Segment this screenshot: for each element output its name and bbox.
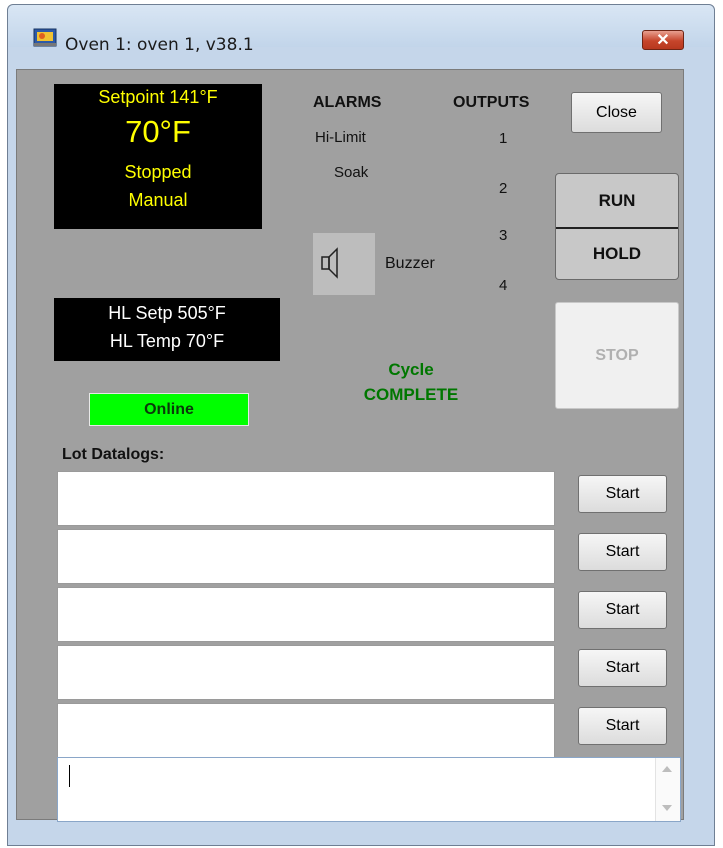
- state-text: Stopped: [124, 162, 192, 182]
- start-button-2[interactable]: Start: [578, 533, 667, 571]
- output-2: 2: [499, 180, 508, 197]
- output-1: 1: [499, 130, 508, 147]
- lot-datalog-field-2[interactable]: [57, 529, 555, 584]
- alarm-soak: Soak: [334, 164, 369, 181]
- stop-button[interactable]: STOP: [555, 302, 679, 409]
- scrollbar[interactable]: [655, 758, 680, 821]
- scroll-up-icon[interactable]: [662, 766, 672, 772]
- title-bar: Oven 1: oven 1, v38.1 ✕: [8, 5, 714, 55]
- start-button-1[interactable]: Start: [578, 475, 667, 513]
- buzzer-toggle[interactable]: [313, 233, 375, 295]
- lot-datalogs-label: Lot Datalogs:: [62, 446, 165, 463]
- message-textarea[interactable]: [57, 757, 681, 822]
- lot-datalog-field-3[interactable]: [57, 587, 555, 642]
- status-display: Setpoint 141°F 70°F Stopped Manual: [54, 84, 262, 229]
- output-4: 4: [499, 277, 508, 294]
- start-button-4[interactable]: Start: [578, 649, 667, 687]
- oven-window: Oven 1: oven 1, v38.1 ✕ Setpoint 141°F 7…: [7, 4, 715, 846]
- text-cursor: [69, 765, 70, 787]
- lot-datalog-field-5[interactable]: [57, 703, 555, 758]
- oven-panel: Setpoint 141°F 70°F Stopped Manual HL Se…: [16, 69, 684, 822]
- online-status-badge: Online: [89, 393, 249, 426]
- cycle-status: Cycle COMPLETE: [335, 360, 487, 405]
- oven-app-icon: [33, 28, 57, 47]
- scroll-down-icon[interactable]: [662, 805, 672, 811]
- alarms-header: ALARMS: [313, 94, 382, 111]
- hold-button[interactable]: HOLD: [556, 229, 678, 279]
- window-title: Oven 1: oven 1, v38.1: [65, 35, 254, 55]
- cycle-state: COMPLETE: [363, 385, 459, 404]
- speaker-icon: [321, 247, 338, 279]
- hi-limit-display: HL Setp 505°F HL Temp 70°F: [54, 298, 280, 361]
- cycle-label: Cycle: [388, 360, 434, 379]
- hl-temp-text: HL Temp 70°F: [109, 331, 225, 351]
- run-hold-group: RUN HOLD: [555, 173, 679, 280]
- start-button-3[interactable]: Start: [578, 591, 667, 629]
- close-button[interactable]: Close: [571, 92, 662, 133]
- output-3: 3: [499, 227, 508, 244]
- window-close-icon[interactable]: ✕: [642, 30, 684, 50]
- hl-setpoint-text: HL Setp 505°F: [108, 303, 226, 323]
- buzzer-label: Buzzer: [385, 255, 435, 272]
- lot-datalog-field-1[interactable]: [57, 471, 555, 526]
- lot-datalog-field-4[interactable]: [57, 645, 555, 700]
- run-button[interactable]: RUN: [556, 174, 678, 227]
- setpoint-text: Setpoint 141°F: [98, 87, 218, 107]
- mode-text: Manual: [128, 190, 188, 210]
- start-button-5[interactable]: Start: [578, 707, 667, 745]
- alarm-hi-limit: Hi-Limit: [315, 129, 366, 146]
- outputs-header: OUTPUTS: [453, 94, 530, 111]
- online-label: Online: [144, 401, 194, 418]
- temperature-text: 70°F: [125, 114, 191, 149]
